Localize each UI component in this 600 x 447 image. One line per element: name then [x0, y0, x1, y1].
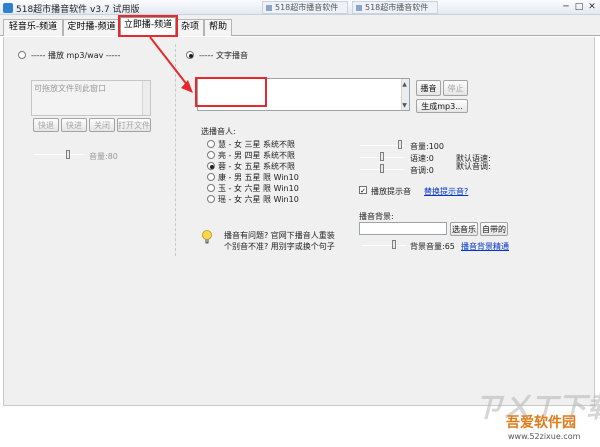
highlight-box-input [195, 77, 267, 107]
play-speech-button[interactable]: 播音 [416, 80, 441, 96]
tab-scheduled[interactable]: 定时播-频道 [63, 19, 120, 36]
voice-radio[interactable] [207, 162, 215, 170]
bg-header: 播音背景: [359, 212, 394, 221]
voice-radio[interactable] [207, 140, 215, 148]
app-icon [3, 3, 13, 13]
stop-speech-button[interactable]: 停止 [443, 80, 468, 96]
voice-header: 选播音人: [201, 127, 236, 136]
close-file-button[interactable]: 关闭 [89, 118, 115, 132]
rewind-button[interactable]: 快退 [33, 118, 59, 132]
maximize-icon[interactable]: □ [573, 2, 585, 12]
scroll-up-icon[interactable]: ▲ [400, 80, 409, 89]
voice-radio[interactable] [207, 195, 215, 203]
rate-slider[interactable] [380, 152, 384, 161]
change-prompt-link[interactable]: 替换提示音? [424, 186, 468, 197]
minimize-icon[interactable]: ─ [560, 2, 572, 12]
scroll-down-icon[interactable]: ▼ [400, 101, 409, 110]
pitch-slider[interactable] [380, 164, 384, 173]
voice-label: 玉 - 女 六星 限 Win10 [218, 184, 299, 193]
watermark-url: www.52zixue.com [508, 432, 581, 441]
window-title: 518超市播音软件 v3.7 试用版 [16, 5, 140, 15]
builtin-music-button[interactable]: 自带的 [480, 222, 508, 236]
highlight-box-tab [118, 15, 178, 37]
open-file-button[interactable]: 打开文件 [117, 118, 151, 132]
watermark-brand: 吾爱软件园 [506, 415, 576, 431]
radio-tts[interactable] [186, 51, 194, 59]
drop-hint: 可拖放文件到此窗口 [34, 84, 106, 93]
voice-radio[interactable] [207, 173, 215, 181]
voice-radio[interactable] [207, 151, 215, 159]
play-file-label: ----- 播放 mp3/wav ----- [31, 51, 121, 60]
speech-volume-slider[interactable] [398, 140, 402, 149]
bg-music-input[interactable] [359, 222, 447, 235]
voice-label: 瑶 - 女 六星 限 Win10 [218, 195, 299, 204]
pitch-label: 音调:0 [410, 166, 434, 175]
bg-volume-label: 背景音量:65 [410, 242, 455, 251]
voice-label: 慧 - 女 三星 系统不限 [218, 140, 296, 149]
section-divider [175, 44, 176, 256]
help-text-1: 播音有问题? 官网下播音人重装 [224, 231, 335, 240]
generate-mp3-button[interactable]: 生成mp3... [416, 99, 468, 113]
fast-forward-button[interactable]: 快进 [61, 118, 87, 132]
speech-volume-label: 音量:100 [410, 142, 444, 151]
taskbar-item[interactable]: 518超市播音软件 [352, 1, 438, 14]
tab-light-music[interactable]: 轻音乐-频道 [3, 19, 63, 36]
taskbar-item[interactable]: 518超市播音软件 [262, 1, 348, 14]
tab-help[interactable]: 帮助 [204, 19, 232, 36]
select-music-button[interactable]: 选音乐 [450, 222, 478, 236]
voice-label: 康 - 男 五星 限 Win10 [218, 173, 299, 182]
default-pitch-label: 默认音调: [456, 162, 491, 171]
voice-radio[interactable] [207, 184, 215, 192]
drop-scrollbar[interactable] [142, 81, 150, 115]
prompt-checkbox[interactable]: ✓ [359, 186, 367, 195]
left-volume-label: 音量:80 [89, 152, 118, 161]
close-icon[interactable]: ✕ [586, 2, 598, 12]
tab-misc[interactable]: 杂项 [176, 19, 204, 36]
radio-play-file[interactable] [18, 51, 26, 59]
voice-label: 亮 - 男 四星 系统不限 [218, 151, 296, 160]
bg-help-link[interactable]: 播音背景精通 [461, 241, 509, 252]
bg-volume-slider[interactable] [392, 240, 396, 249]
help-text-2: 个别音不准? 用别字或换个句子 [224, 242, 335, 251]
left-volume-track [34, 154, 84, 155]
rate-label: 语速:0 [410, 154, 434, 163]
lightbulb-icon [202, 230, 212, 244]
tts-label: ----- 文字播音 [199, 51, 248, 60]
bg-volume-track [362, 245, 406, 246]
voice-label: 蓉 - 女 五星 系统不限 [218, 162, 296, 171]
prompt-label: 播放提示音 [371, 187, 411, 196]
left-volume-slider[interactable] [66, 150, 70, 159]
